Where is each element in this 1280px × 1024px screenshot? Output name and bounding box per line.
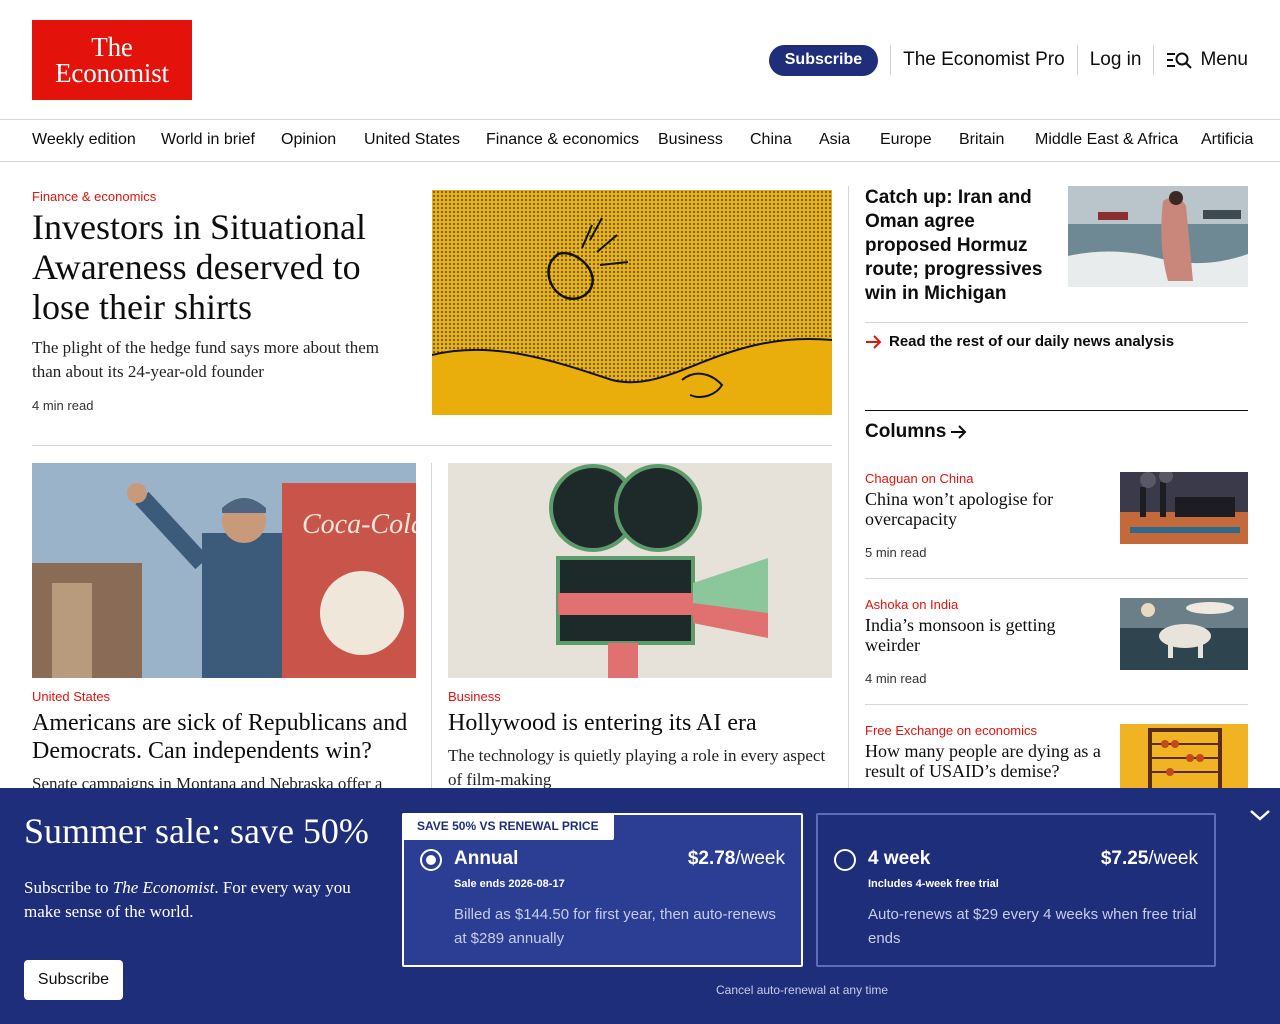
column-headline-free-exchange[interactable]: How many people are dying as a result of… <box>865 741 1105 781</box>
header-divider <box>1076 45 1078 75</box>
svg-text:Coca-Cola: Coca-Cola <box>302 509 416 540</box>
header-divider <box>890 45 892 75</box>
plan-4week-price: $7.25/week <box>1101 848 1198 870</box>
plan-4week-name: 4 week <box>868 848 931 869</box>
plan-4week-price-unit: /week <box>1148 848 1198 869</box>
nav-world-in-brief[interactable]: World in brief <box>161 131 255 149</box>
banner-subscribe-button[interactable]: Subscribe <box>24 960 123 1000</box>
nav-artificial-intelligence[interactable]: Artificia <box>1201 131 1253 149</box>
nav-europe[interactable]: Europe <box>880 131 932 149</box>
nav-middle-east-africa[interactable]: Middle East & Africa <box>1035 131 1178 149</box>
header-actions: Subscribe The Economist Pro Log in Menu <box>768 44 1248 76</box>
column-kicker-ashoka[interactable]: Ashoka on India <box>865 597 958 612</box>
chaguan-illustration[interactable] <box>1120 472 1248 544</box>
column-divider <box>848 186 849 806</box>
section-divider <box>32 445 832 446</box>
plan-4week-option[interactable]: 4 week $7.25/week Includes 4-week free t… <box>816 813 1216 967</box>
logo-line-2: Economist <box>55 58 169 88</box>
plan-4week-description: Auto-renews at $29 every 4 weeks when fr… <box>868 906 1197 947</box>
arrow-right-icon <box>866 334 882 349</box>
nav-business[interactable]: Business <box>658 131 723 149</box>
story-kicker-business[interactable]: Business <box>448 689 501 704</box>
plan-annual-price-unit: /week <box>735 848 785 869</box>
plan-save-badge: SAVE 50% VS RENEWAL PRICE <box>402 813 614 840</box>
catchup-divider <box>865 322 1248 323</box>
login-link[interactable]: Log in <box>1090 49 1142 71</box>
column-read-time: 4 min read <box>865 671 927 686</box>
plan-4week-price-value: $7.25 <box>1100 848 1149 869</box>
story-headline-independents[interactable]: Americans are sick of Republicans and De… <box>32 709 416 765</box>
plan-annual-description: Billed as $144.50 for first year, then a… <box>454 906 776 947</box>
chevron-down-icon[interactable] <box>1249 808 1271 822</box>
read-rest-link[interactable]: Read the rest of our daily news analysis <box>865 333 1174 350</box>
lead-kicker[interactable]: Finance & economics <box>32 189 156 204</box>
banner-text-brand: The Economist <box>112 878 215 897</box>
plan-annual-option[interactable]: SAVE 50% VS RENEWAL PRICE Annual $2.78/w… <box>402 813 803 967</box>
header-divider <box>1153 45 1155 75</box>
logo-line-1: The <box>91 32 133 62</box>
arrow-right-icon <box>951 425 967 439</box>
plan-4week-radio[interactable] <box>834 849 856 871</box>
site-header: The Economist Subscribe The Economist Pr… <box>0 0 1280 120</box>
menu-button[interactable]: Menu <box>1166 49 1248 71</box>
column-read-time: 5 min read <box>865 545 927 560</box>
story-headline-hollywood[interactable]: Hollywood is entering its AI era <box>448 709 832 737</box>
nav-opinion[interactable]: Opinion <box>281 131 336 149</box>
section-nav: Weekly edition World in brief Opinion Un… <box>0 121 1280 162</box>
lead-illustration[interactable] <box>432 190 832 415</box>
nav-finance-economics[interactable]: Finance & economics <box>486 131 639 149</box>
catchup-photo[interactable] <box>1068 186 1248 287</box>
banner-text: Subscribe to The Economist. For every wa… <box>24 876 374 924</box>
cancel-note: Cancel auto-renewal at any time <box>716 983 889 997</box>
columns-rule <box>865 410 1248 411</box>
menu-label: Menu <box>1200 49 1248 70</box>
columns-heading-label: Columns <box>865 421 947 442</box>
plan-annual-radio[interactable] <box>420 849 442 871</box>
economist-logo[interactable]: The Economist <box>32 20 192 100</box>
lead-read-time: 4 min read <box>32 398 94 413</box>
subscribe-button[interactable]: Subscribe <box>768 44 879 76</box>
column-divider-line <box>865 704 1248 705</box>
banner-title: Summer sale: save 50% <box>24 811 369 851</box>
plan-annual-price: $2.78/week <box>688 848 785 870</box>
plan-annual-sale-end: Sale ends 2026-08-17 <box>454 878 565 890</box>
story-description-hollywood: The technology is quietly playing a role… <box>448 746 826 789</box>
story-divider <box>431 463 432 803</box>
plan-4week-trial: Includes 4-week free trial <box>868 878 999 890</box>
lead-description: The plight of the hedge fund says more a… <box>32 338 379 381</box>
plan-annual-name: Annual <box>454 848 519 869</box>
free-exchange-illustration[interactable] <box>1120 724 1248 796</box>
economist-pro-link[interactable]: The Economist Pro <box>903 49 1065 71</box>
column-kicker-free-exchange[interactable]: Free Exchange on economics <box>865 723 1037 738</box>
catchup-headline[interactable]: Catch up: Iran and Oman agree proposed H… <box>865 186 1055 306</box>
nav-britain[interactable]: Britain <box>959 131 1004 149</box>
independents-photo[interactable]: Coca-Cola <box>32 463 416 678</box>
columns-heading[interactable]: Columns <box>865 421 968 443</box>
subscription-banner: Summer sale: save 50% Subscribe to The E… <box>0 788 1280 1024</box>
plan-annual-price-value: $2.78 <box>687 848 736 869</box>
nav-china[interactable]: China <box>750 131 792 149</box>
lead-headline[interactable]: Investors in Situational Awareness deser… <box>32 207 422 327</box>
column-divider-line <box>865 578 1248 579</box>
hollywood-illustration[interactable] <box>448 463 832 678</box>
column-headline-chaguan[interactable]: China won’t apologise for overcapacity <box>865 489 1105 529</box>
column-headline-ashoka[interactable]: India’s monsoon is getting weirder <box>865 615 1105 655</box>
search-menu-icon <box>1167 52 1193 69</box>
read-rest-label: Read the rest of our daily news analysis <box>889 333 1175 350</box>
ashoka-illustration[interactable] <box>1120 598 1248 670</box>
column-kicker-chaguan[interactable]: Chaguan on China <box>865 471 973 486</box>
story-kicker-us[interactable]: United States <box>32 689 110 704</box>
radio-selected-dot <box>426 855 436 865</box>
banner-text-prefix: Subscribe to <box>24 878 113 897</box>
nav-united-states[interactable]: United States <box>364 131 460 149</box>
nav-asia[interactable]: Asia <box>819 131 850 149</box>
nav-weekly-edition[interactable]: Weekly edition <box>32 131 136 149</box>
